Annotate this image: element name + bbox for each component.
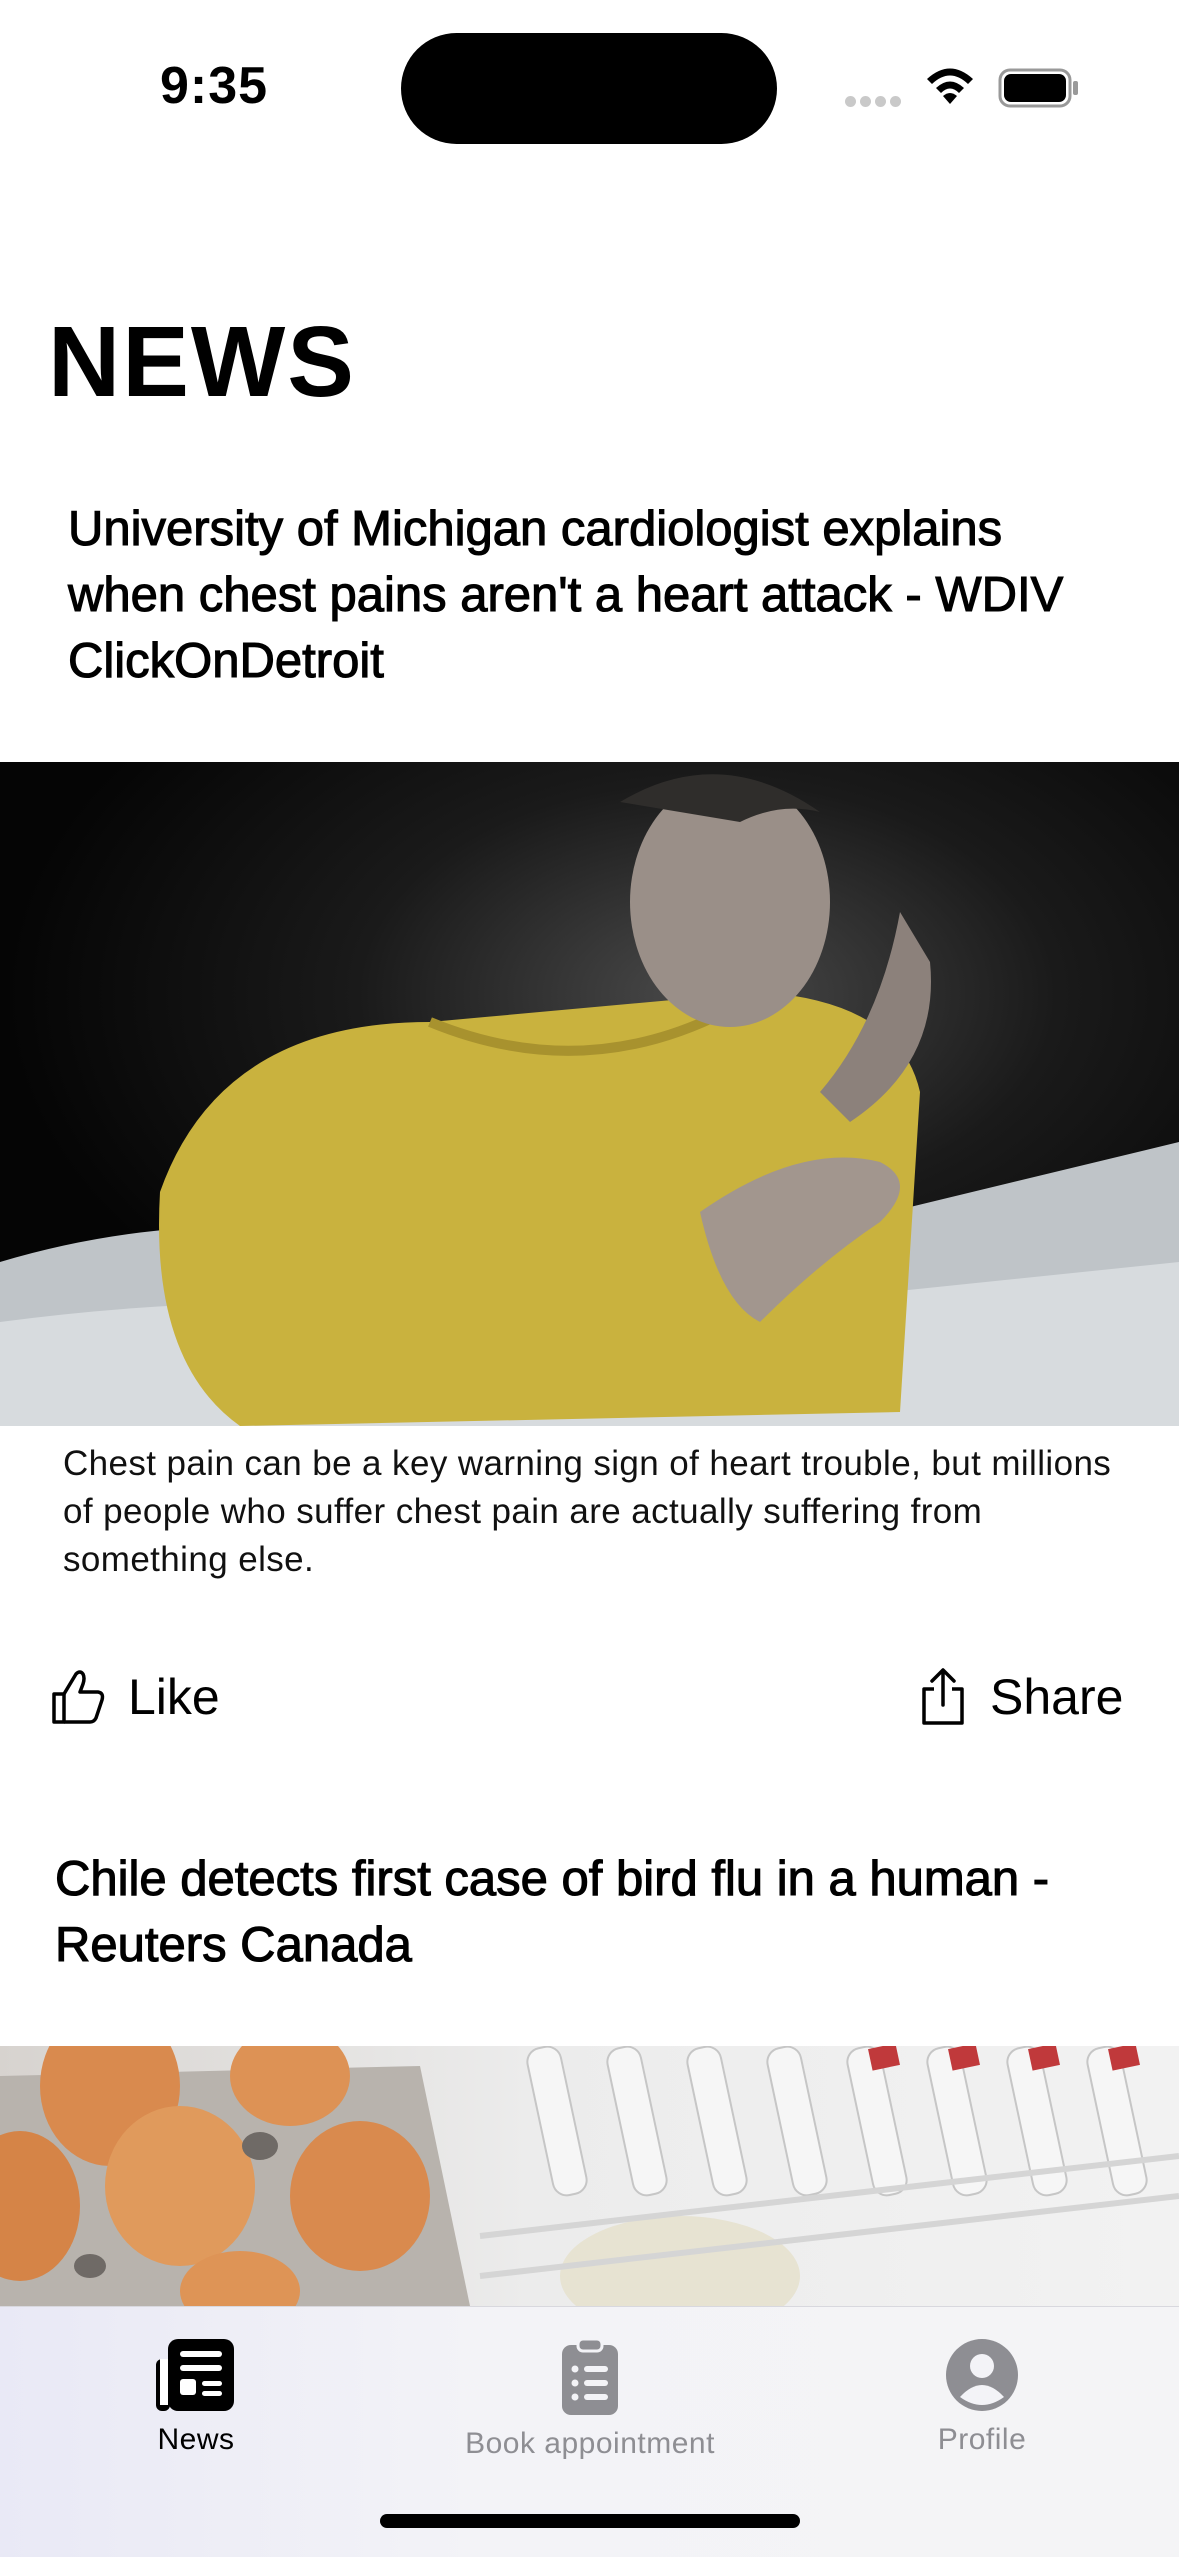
- home-indicator: [380, 2514, 800, 2528]
- thumbs-up-icon: [52, 1670, 105, 1724]
- battery-icon: [998, 68, 1078, 108]
- clipboard-icon: [562, 2337, 618, 2415]
- newspaper-icon: [156, 2339, 234, 2411]
- article-headline[interactable]: University of Michigan cardiologist expl…: [67, 496, 1128, 694]
- dynamic-island: [401, 33, 777, 144]
- tab-news[interactable]: News: [46, 2327, 346, 2477]
- article-image-bird-flu[interactable]: [0, 2046, 1179, 2306]
- like-label: Like: [128, 1669, 220, 1725]
- tab-bar: News Book appointment Profile: [0, 2306, 1179, 2557]
- person-circle-icon: [946, 2339, 1018, 2411]
- like-button[interactable]: Like: [50, 1665, 220, 1729]
- tab-news-label: News: [157, 2423, 235, 2456]
- share-button[interactable]: Share: [918, 1665, 1123, 1729]
- wifi-icon: [927, 68, 973, 104]
- share-label: Share: [990, 1669, 1124, 1725]
- page-title: NEWS: [48, 306, 356, 418]
- article-summary: Chest pain can be a key warning sign of …: [63, 1444, 1112, 1579]
- share-icon: [922, 1668, 964, 1725]
- tab-book-appointment[interactable]: Book appointment: [440, 2327, 740, 2477]
- status-bar: 9:35: [0, 0, 1179, 150]
- tab-profile-label: Profile: [937, 2423, 1027, 2456]
- tab-profile[interactable]: Profile: [832, 2327, 1132, 2477]
- article-image-chest-pain[interactable]: [0, 762, 1179, 1426]
- status-time: 9:35: [160, 57, 269, 115]
- cellular-signal-icon: [845, 94, 905, 112]
- tab-book-appointment-label: Book appointment: [465, 2427, 715, 2460]
- article-headline[interactable]: Chile detects first case of bird flu in …: [54, 1846, 1145, 1978]
